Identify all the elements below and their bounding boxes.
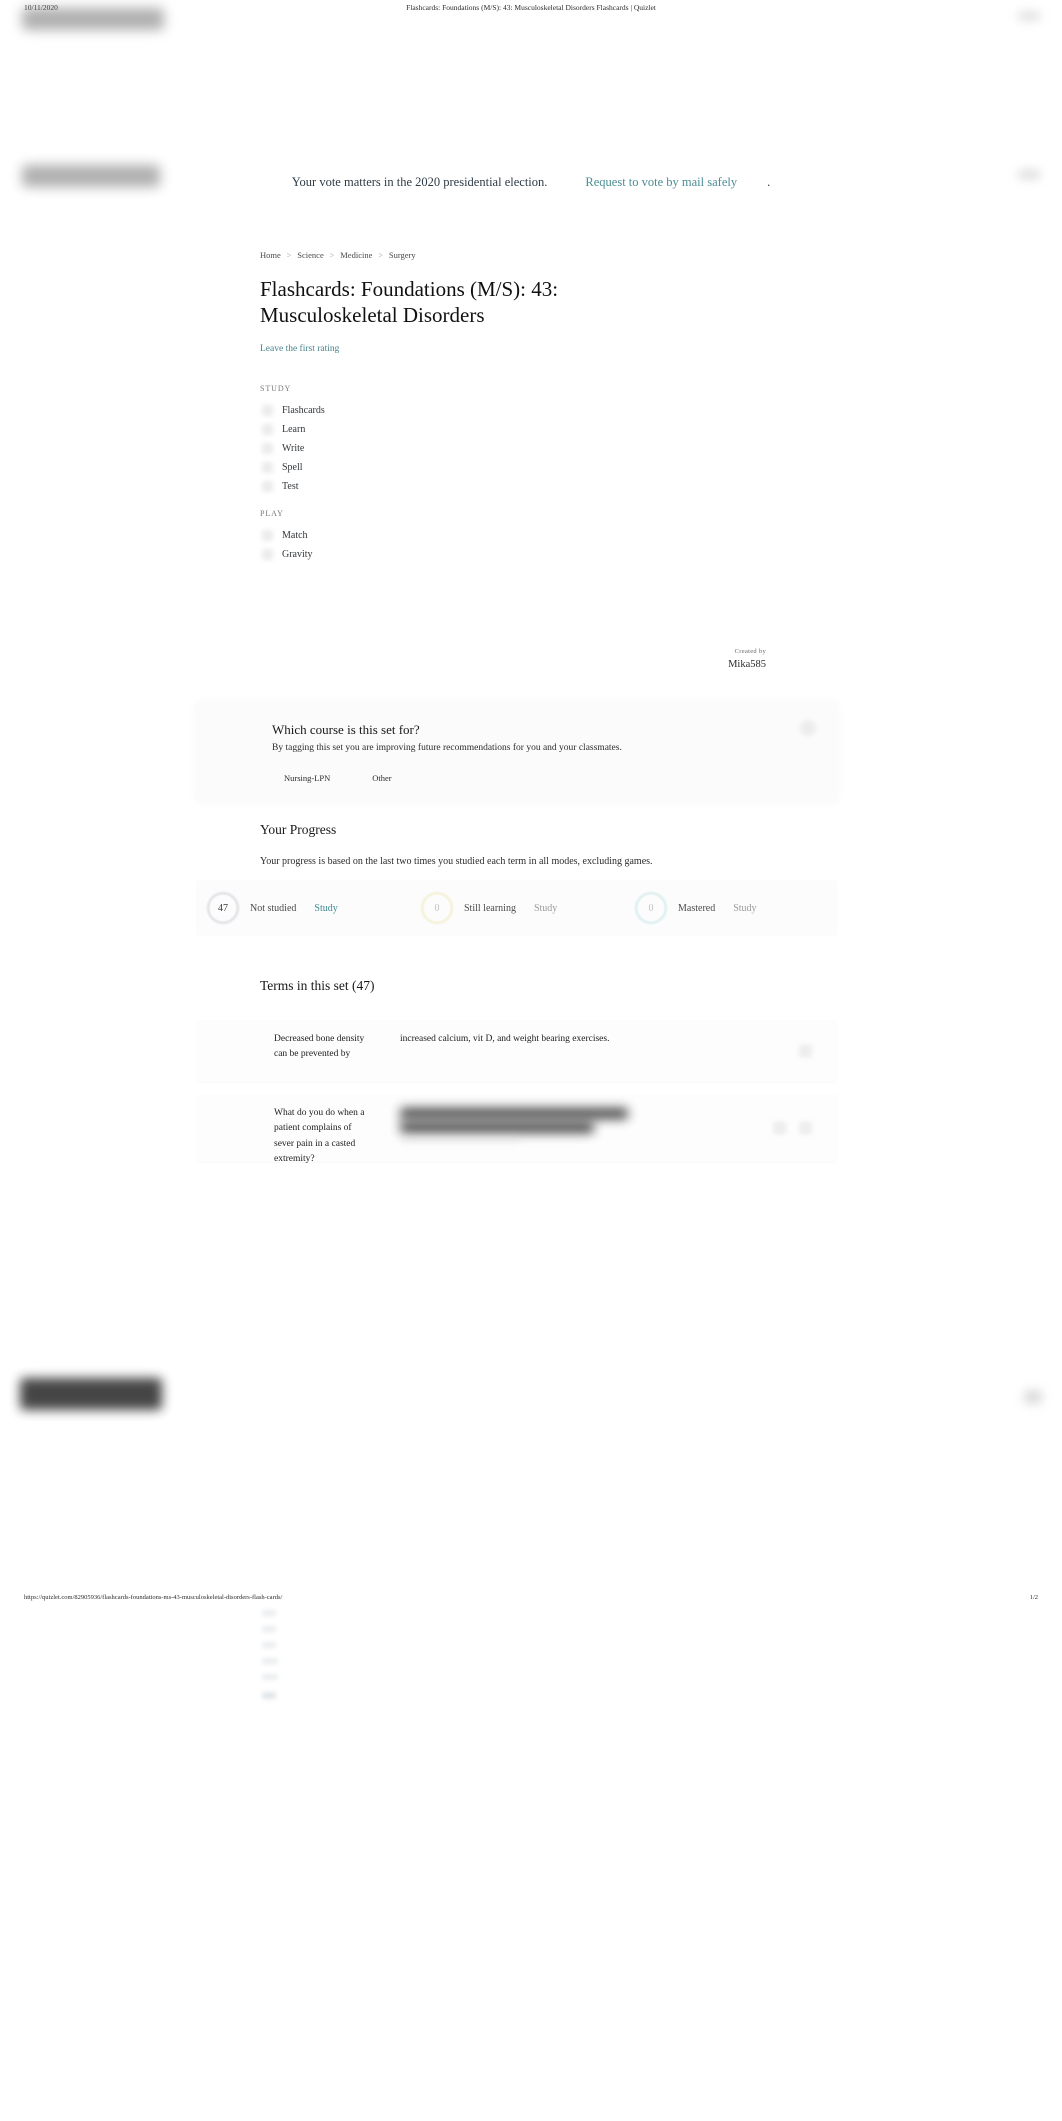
close-icon[interactable] <box>800 720 816 736</box>
progress-row: 47 Not studied Study 0 Still learning St… <box>196 880 838 936</box>
progress-ring-icon: 0 <box>420 891 454 925</box>
progress-label: Not studied <box>250 902 297 914</box>
breadcrumb-item-medicine[interactable]: Medicine <box>340 250 372 260</box>
election-banner-trailing: . <box>767 174 771 189</box>
definition-text: increased calcium, vit D, and weight bea… <box>400 1034 610 1044</box>
creator-name[interactable]: Mika585 <box>260 659 766 670</box>
main-content: Home > Science > Medicine > Surgery Flas… <box>196 250 838 1164</box>
ghost-item <box>262 1626 276 1632</box>
breadcrumb-separator-icon: > <box>286 250 292 260</box>
term-text: What do you do when a patient complains … <box>274 1108 365 1165</box>
progress-label: Still learning <box>464 902 516 914</box>
table-row: What do you do when a patient complains … <box>196 1094 838 1165</box>
term-actions <box>738 1094 838 1162</box>
breadcrumb-separator-icon: > <box>378 250 383 260</box>
mode-label: Learn <box>282 423 306 435</box>
progress-ring-icon: 0 <box>634 891 668 925</box>
vote-by-mail-link[interactable]: Request to vote by mail safely <box>585 175 737 190</box>
study-not-studied-link[interactable]: Study <box>314 903 337 914</box>
created-by: Created by Mika585 <box>260 648 800 670</box>
play-modes-group: PLAY Match Gravity <box>260 509 800 563</box>
learn-icon <box>262 423 273 435</box>
progress-count: 0 <box>648 902 654 914</box>
redacted-line <box>400 1136 520 1143</box>
study-group-label: STUDY <box>260 384 292 394</box>
breadcrumb-item-home[interactable]: Home <box>260 250 281 260</box>
course-chip-nursing-lpn[interactable]: Nursing-LPN <box>276 770 338 786</box>
mode-item-spell[interactable]: Spell <box>260 458 800 476</box>
progress-cell-not-studied: 47 Not studied Study <box>196 880 410 936</box>
table-row: Decreased bone density can be prevented … <box>196 1020 838 1082</box>
mode-item-flashcards[interactable]: Flashcards <box>260 401 800 419</box>
test-icon <box>262 480 273 492</box>
ghost-item <box>262 1658 278 1664</box>
mode-item-match[interactable]: Match <box>260 526 800 544</box>
breadcrumb: Home > Science > Medicine > Surgery <box>260 250 800 260</box>
play-group-label: PLAY <box>260 509 284 519</box>
gravity-icon <box>262 548 273 560</box>
spell-icon <box>262 461 273 473</box>
mode-item-gravity[interactable]: Gravity <box>260 545 800 563</box>
study-mastered-link[interactable]: Study <box>733 903 756 914</box>
term-text: Decreased bone density can be prevented … <box>274 1034 365 1060</box>
progress-ring-icon: 47 <box>206 891 240 925</box>
print-footer-page: 1/2 <box>1029 1594 1038 1601</box>
study-still-learning-link[interactable]: Study <box>534 903 557 914</box>
leave-rating-link[interactable]: Leave the first rating <box>260 344 339 354</box>
ghost-item <box>262 1692 276 1699</box>
breadcrumb-item-science[interactable]: Science <box>297 250 323 260</box>
mode-item-test[interactable]: Test <box>260 477 800 495</box>
course-card-title: Which course is this set for? <box>272 722 420 737</box>
progress-title: Your Progress <box>260 822 337 837</box>
star-icon[interactable] <box>799 1044 812 1058</box>
quizlet-logo[interactable] <box>22 8 164 30</box>
footer-action-icon[interactable] <box>1024 1390 1042 1404</box>
course-chip-list: Nursing-LPN Other <box>276 770 400 786</box>
mode-label: Spell <box>282 461 303 473</box>
progress-count: 47 <box>218 902 228 914</box>
election-banner-message: Your vote matters in the 2020 presidenti… <box>291 174 548 189</box>
progress-section: Your Progress Your progress is based on … <box>196 822 838 936</box>
progress-count: 0 <box>434 902 440 914</box>
created-by-label: Created by <box>734 648 766 655</box>
redacted-line <box>400 1108 628 1119</box>
definition-text-redacted <box>386 1094 738 1162</box>
ghost-item <box>262 1610 276 1616</box>
course-tag-card: Which course is this set for? By tagging… <box>196 702 838 802</box>
course-card-subtitle: By tagging this set you are improving fu… <box>272 743 622 753</box>
nav-actions[interactable] <box>1018 12 1040 20</box>
mode-label: Match <box>282 529 308 541</box>
audio-icon[interactable] <box>773 1121 786 1135</box>
breadcrumb-item-surgery[interactable]: Surgery <box>389 250 416 260</box>
mode-label: Write <box>282 442 305 454</box>
ghost-item <box>262 1674 278 1680</box>
progress-label: Mastered <box>678 902 716 914</box>
star-icon[interactable] <box>799 1121 812 1135</box>
breadcrumb-separator-icon: > <box>329 250 335 260</box>
course-chip-other[interactable]: Other <box>364 770 399 786</box>
mode-item-learn[interactable]: Learn <box>260 420 800 438</box>
progress-description: Your progress is based on the last two t… <box>260 856 653 867</box>
election-banner: Your vote matters in the 2020 presidenti… <box>0 168 1062 196</box>
terms-heading: Terms in this set (47) <box>260 978 375 993</box>
mode-label: Test <box>282 480 299 492</box>
progress-cell-mastered: 0 Mastered Study <box>624 880 838 936</box>
print-footer-url: https://quizlet.com/82905936/flashcards-… <box>24 1594 283 1601</box>
mode-label: Gravity <box>282 548 313 560</box>
terms-section: Terms in this set (47) Decreased bone de… <box>196 978 838 1164</box>
term-actions <box>738 1020 838 1082</box>
redacted-line <box>400 1122 594 1133</box>
page-title: Flashcards: Foundations (M/S): 43: Muscu… <box>260 277 559 328</box>
quizlet-footer-logo <box>20 1378 162 1410</box>
write-icon <box>262 442 273 454</box>
flashcards-icon <box>262 404 273 416</box>
ghost-item <box>262 1642 276 1648</box>
trailing-ghost-column <box>262 1610 278 1709</box>
progress-cell-still-learning: 0 Still learning Study <box>410 880 624 936</box>
match-icon <box>262 529 273 541</box>
study-modes-group: STUDY Flashcards Learn Write Spell Test <box>260 384 800 495</box>
mode-item-write[interactable]: Write <box>260 439 800 457</box>
mode-label: Flashcards <box>282 404 325 416</box>
